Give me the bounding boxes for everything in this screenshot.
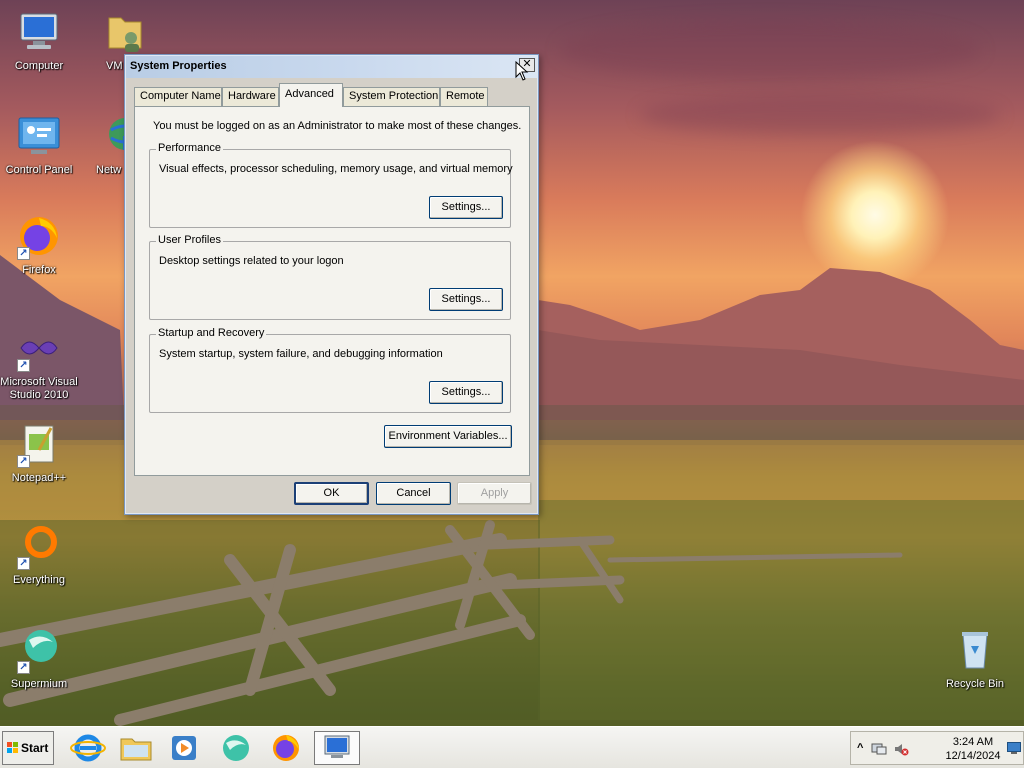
user-folder-icon — [101, 8, 149, 56]
taskbar-firefox[interactable] — [266, 731, 306, 765]
desktop-icon-supermium[interactable]: ↗ Supermium — [0, 626, 78, 691]
startup-recovery-settings-button[interactable]: Settings... — [429, 381, 503, 404]
tab-hardware[interactable]: Hardware — [222, 87, 279, 106]
start-label: Start — [21, 741, 49, 755]
volume-muted-icon[interactable] — [893, 741, 909, 757]
shortcut-arrow-icon: ↗ — [17, 557, 30, 570]
desktop-icon-control-panel[interactable]: Control Panel — [0, 112, 78, 177]
system-properties-icon — [324, 735, 350, 758]
internet-explorer-icon — [70, 734, 106, 762]
clock-date: 12/14/2024 — [945, 750, 1001, 762]
shortcut-arrow-icon: ↗ — [17, 247, 30, 260]
network-status-icon[interactable] — [871, 741, 887, 757]
desktop-icon-label: Everything — [13, 574, 65, 586]
visual-studio-icon: ↗ — [15, 324, 63, 372]
mouse-cursor-icon — [515, 61, 529, 81]
supermium-icon — [223, 735, 249, 761]
taskbar-media-player[interactable] — [164, 731, 204, 765]
user-profiles-settings-button[interactable]: Settings... — [429, 288, 503, 311]
desktop-icon-everything[interactable]: ↗ Everything — [0, 522, 78, 587]
desktop-icon-visual-studio[interactable]: ↗ Microsoft Visual Studio 2010 — [0, 324, 78, 402]
system-tray: ^ 3:24 AM 12/14/2024 — [850, 731, 1024, 765]
dialog-titlebar[interactable]: System Properties ✕ — [126, 56, 537, 78]
windows-logo-icon — [7, 742, 18, 753]
explorer-folder-icon — [120, 738, 152, 761]
firefox-icon: ↗ — [15, 212, 63, 260]
desktop-icon-label: Microsoft Visual Studio 2010 — [0, 376, 78, 401]
computer-icon — [15, 8, 63, 56]
desktop-icon-notepadpp[interactable]: ↗ Notepad++ — [0, 420, 78, 485]
user-profiles-group: User Profiles Desktop settings related t… — [149, 234, 511, 320]
shortcut-arrow-icon: ↗ — [17, 359, 30, 372]
notepadpp-icon: ↗ — [15, 420, 63, 468]
control-panel-icon — [15, 112, 63, 160]
performance-group: Performance Visual effects, processor sc… — [149, 142, 513, 228]
ok-button[interactable]: OK — [294, 482, 369, 505]
desktop-icon-label: Notepad++ — [11, 472, 67, 484]
group-description: Desktop settings related to your logon — [159, 255, 344, 267]
start-button[interactable]: Start — [2, 731, 54, 765]
taskbar: Start ^ 3:24 AM 12/14/2024 — [0, 726, 1024, 768]
group-title: Startup and Recovery — [156, 327, 267, 339]
desktop-icon-recycle-bin[interactable]: Recycle Bin — [936, 626, 1014, 691]
cancel-button[interactable]: Cancel — [376, 482, 451, 505]
taskbar-supermium[interactable] — [216, 731, 256, 765]
desktop-icon-computer[interactable]: Computer — [0, 8, 78, 73]
apply-button[interactable]: Apply — [457, 482, 532, 505]
clock-time: 3:24 AM — [952, 736, 994, 748]
environment-variables-button[interactable]: Environment Variables... — [384, 425, 512, 448]
desktop-icon-label: Control Panel — [5, 164, 73, 176]
system-properties-dialog: System Properties ✕ Computer Name Hardwa… — [124, 54, 539, 515]
tab-panel-advanced: You must be logged on as an Administrato… — [134, 106, 530, 476]
supermium-icon: ↗ — [15, 626, 63, 674]
startup-recovery-group: Startup and Recovery System startup, sys… — [149, 327, 511, 413]
desktop-icon-label: Supermium — [10, 678, 68, 690]
desktop-icon-label: Firefox — [22, 264, 56, 276]
shortcut-arrow-icon: ↗ — [17, 455, 30, 468]
firefox-icon — [273, 735, 299, 761]
clock[interactable]: 3:24 AM 12/14/2024 — [943, 735, 1003, 763]
shortcut-arrow-icon: ↗ — [17, 661, 30, 674]
show-hidden-icons-button[interactable]: ^ — [857, 742, 863, 754]
taskbar-internet-explorer[interactable] — [68, 731, 108, 765]
desktop-icon-label: Computer — [14, 60, 64, 72]
admin-notice: You must be logged on as an Administrato… — [153, 120, 522, 132]
taskbar-explorer[interactable] — [116, 731, 156, 765]
recycle-bin-icon — [951, 626, 999, 674]
group-description: Visual effects, processor scheduling, me… — [159, 163, 513, 175]
everything-search-icon: ↗ — [15, 522, 63, 570]
desktop-icon-firefox[interactable]: ↗ Firefox — [0, 212, 78, 277]
media-player-icon — [172, 736, 196, 760]
show-desktop-icon[interactable] — [1007, 742, 1021, 754]
group-title: User Profiles — [156, 234, 223, 246]
taskbar-system-properties[interactable] — [314, 731, 360, 765]
tab-advanced[interactable]: Advanced — [279, 83, 343, 107]
desktop-icon-label: Recycle Bin — [945, 678, 1005, 690]
group-title: Performance — [156, 142, 223, 154]
dialog-title: System Properties — [130, 60, 227, 72]
tab-remote[interactable]: Remote — [440, 87, 488, 106]
performance-settings-button[interactable]: Settings... — [429, 196, 503, 219]
group-description: System startup, system failure, and debu… — [159, 348, 443, 360]
tab-system-protection[interactable]: System Protection — [343, 87, 440, 106]
tab-computer-name[interactable]: Computer Name — [134, 87, 222, 106]
